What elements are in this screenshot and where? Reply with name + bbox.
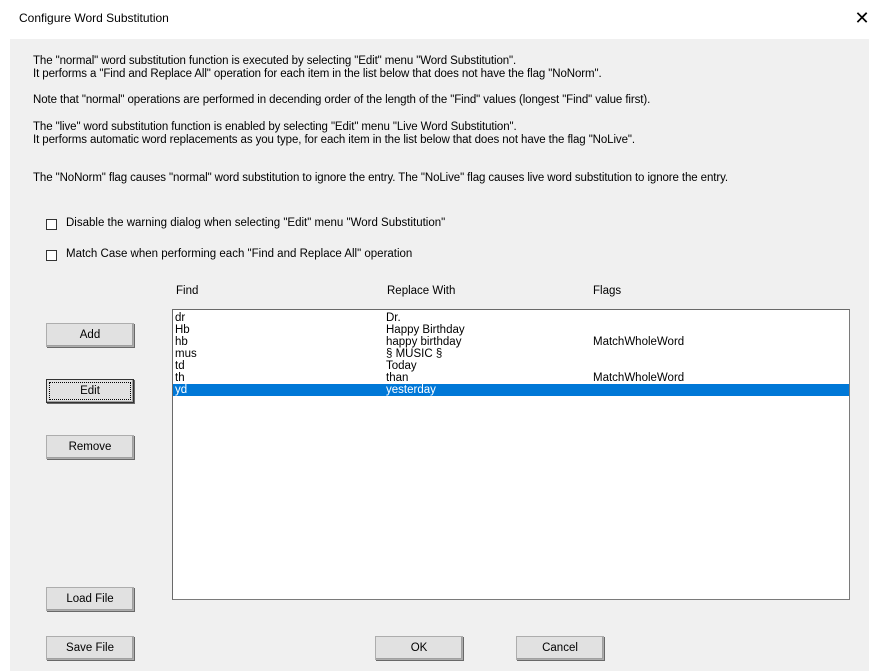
cell-flags: MatchWholeWord — [593, 372, 685, 384]
cell-find: Hb — [175, 324, 190, 336]
info-text-live-1: The "live" word substitution function is… — [33, 121, 517, 133]
info-text-live-2: It performs automatic word replacements … — [33, 134, 635, 146]
cell-replace: happy birthday — [386, 336, 462, 348]
column-header-replace: Replace With — [387, 285, 456, 297]
cell-find: th — [175, 372, 185, 384]
cell-find: dr — [175, 312, 186, 324]
cell-replace: yesterday — [386, 384, 436, 396]
disable-warning-checkbox[interactable] — [46, 219, 57, 230]
column-header-find: Find — [176, 285, 199, 297]
list-item[interactable]: td Today — [173, 360, 849, 372]
ok-button[interactable]: OK — [375, 636, 463, 660]
disable-warning-label[interactable]: Disable the warning dialog when selectin… — [66, 217, 445, 229]
list-item[interactable]: dr Dr. — [173, 312, 849, 324]
match-case-label[interactable]: Match Case when performing each "Find an… — [66, 248, 412, 260]
substitution-list[interactable]: dr Dr. Hb Happy Birthday hb happy birthd… — [172, 309, 850, 600]
cell-find: hb — [175, 336, 188, 348]
cancel-button[interactable]: Cancel — [516, 636, 604, 660]
list-item[interactable]: mus § MUSIC § — [173, 348, 849, 360]
list-item[interactable]: hb happy birthday MatchWholeWord — [173, 336, 849, 348]
match-case-checkbox[interactable] — [46, 250, 57, 261]
load-file-button[interactable]: Load File — [46, 587, 134, 611]
edit-button[interactable]: Edit — [46, 379, 134, 403]
list-item[interactable]: th than MatchWholeWord — [173, 372, 849, 384]
cell-find: td — [175, 360, 185, 372]
cell-replace: than — [386, 372, 409, 384]
cell-find: yd — [175, 384, 188, 396]
cell-replace: Today — [386, 360, 417, 372]
cell-replace: Happy Birthday — [386, 324, 465, 336]
info-text-flags: The "NoNorm" flag causes "normal" word s… — [33, 172, 728, 184]
window-title: Configure Word Substitution — [19, 11, 169, 25]
title-bar: Configure Word Substitution ✕ — [0, 0, 879, 38]
cell-replace: § MUSIC § — [386, 348, 443, 360]
cell-flags: MatchWholeWord — [593, 336, 685, 348]
info-text-normal-2: It performs a "Find and Replace All" ope… — [33, 68, 602, 80]
cell-find: mus — [175, 348, 197, 360]
list-item[interactable]: Hb Happy Birthday — [173, 324, 849, 336]
save-file-button[interactable]: Save File — [46, 636, 134, 660]
remove-button[interactable]: Remove — [46, 435, 134, 459]
close-icon[interactable]: ✕ — [850, 6, 874, 30]
list-item-selected[interactable]: yd yesterday — [173, 384, 849, 396]
cell-replace: Dr. — [386, 312, 401, 324]
info-text-order-note: Note that "normal" operations are perfor… — [33, 94, 651, 106]
add-button[interactable]: Add — [46, 323, 134, 347]
info-text-normal-1: The "normal" word substitution function … — [33, 55, 517, 67]
column-header-flags: Flags — [593, 285, 622, 297]
dialog-body: The "normal" word substitution function … — [10, 39, 869, 671]
